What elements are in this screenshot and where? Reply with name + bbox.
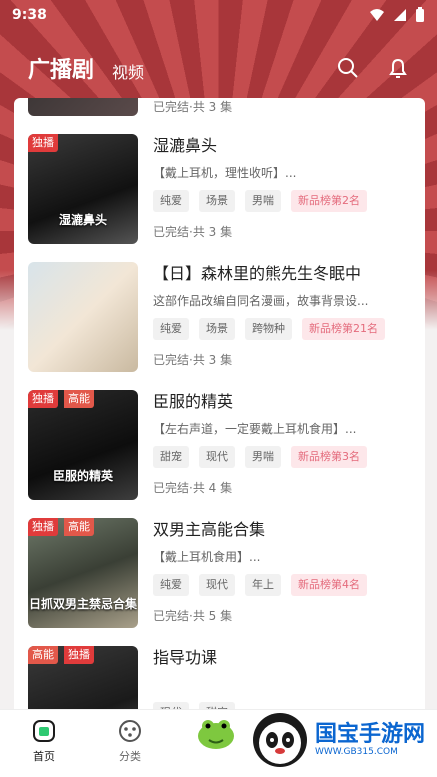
drama-desc <box>153 676 418 694</box>
badge-high-energy: 高能 <box>28 646 58 664</box>
tag[interactable]: 现代 <box>199 574 235 596</box>
badge-exclusive: 独播 <box>28 390 58 408</box>
status-bar: 9:38 <box>0 0 437 30</box>
cover-title: 臣服的精英 <box>52 469 113 483</box>
nav-category[interactable]: 分类 <box>100 718 160 764</box>
nav-category-label: 分类 <box>119 750 141 763</box>
rank-tag[interactable]: 新品榜第3名 <box>291 446 367 468</box>
drama-desc: 【戴上耳机食用】... <box>153 550 261 564</box>
episode-status: 已完结·共 3 集 <box>153 353 233 367</box>
drama-title[interactable]: 臣服的精英 <box>153 390 418 414</box>
list-item[interactable]: 已完结·共 3 集 <box>28 98 418 118</box>
drama-title[interactable]: 【日】森林里的熊先生冬眠中 <box>153 262 418 286</box>
tag[interactable]: 场景 <box>199 318 235 340</box>
badge-exclusive: 独播 <box>64 646 94 664</box>
rank-tag[interactable]: 新品榜第2名 <box>291 190 367 212</box>
tag[interactable]: 年上 <box>245 574 281 596</box>
tag[interactable]: 现代 <box>199 446 235 468</box>
tag[interactable]: 场景 <box>199 190 235 212</box>
bottom-nav: 首页 分类 国宝手游网 WWW.GB315.COM <box>0 709 437 777</box>
cover-title: 日抓双男主禁忌合集 <box>28 597 137 611</box>
cover-image[interactable] <box>28 262 138 372</box>
nav-frog[interactable] <box>186 716 246 754</box>
wifi-icon <box>370 9 384 21</box>
tag[interactable]: 男喘 <box>245 446 281 468</box>
drama-list: 已完结·共 3 集 独播 湿漉鼻头 湿漉鼻头 【戴上耳机，理性收听】... 纯爱… <box>14 98 425 738</box>
rank-tag[interactable]: 新品榜第4名 <box>291 574 367 596</box>
bell-icon[interactable] <box>387 57 409 79</box>
tag[interactable]: 纯爱 <box>153 318 189 340</box>
drama-title[interactable]: 双男主高能合集 <box>153 518 418 542</box>
cover-image[interactable]: 独播 湿漉鼻头 <box>28 134 138 244</box>
drama-desc: 【戴上耳机，理性收听】... <box>153 166 297 180</box>
drama-desc: 这部作品改编自同名漫画，故事背景设... <box>153 294 369 308</box>
drama-desc: 【左右声道，一定要戴上耳机食用】... <box>153 422 357 436</box>
drama-title[interactable]: 湿漉鼻头 <box>153 134 418 158</box>
cover-image[interactable]: 独播 高能 日抓双男主禁忌合集 <box>28 518 138 628</box>
badge-high-energy: 高能 <box>64 390 94 408</box>
badge-exclusive: 独播 <box>28 134 58 152</box>
cover-image[interactable]: 独播 高能 臣服的精英 <box>28 390 138 500</box>
episode-status: 已完结·共 3 集 <box>153 100 233 114</box>
clock: 9:38 <box>12 7 47 23</box>
tag[interactable]: 甜宠 <box>153 446 189 468</box>
nav-home-label: 首页 <box>33 750 55 763</box>
search-icon[interactable] <box>337 57 359 79</box>
list-item[interactable]: 独播 湿漉鼻头 湿漉鼻头 【戴上耳机，理性收听】... 纯爱 场景 男喘 新品榜… <box>28 134 418 246</box>
list-item[interactable]: 独播 高能 日抓双男主禁忌合集 双男主高能合集 【戴上耳机食用】... 纯爱 现… <box>28 518 418 630</box>
panda-logo-icon <box>253 713 307 767</box>
signal-icon <box>394 9 406 21</box>
nav-home[interactable]: 首页 <box>14 718 74 764</box>
watermark-text: 国宝手游网 <box>315 722 426 747</box>
tag[interactable]: 纯爱 <box>153 190 189 212</box>
tag[interactable]: 纯爱 <box>153 574 189 596</box>
rank-tag[interactable]: 新品榜第21名 <box>302 318 385 340</box>
tab-video[interactable]: 视频 <box>112 59 144 83</box>
badge-high-energy: 高能 <box>64 518 94 536</box>
tab-radio-drama[interactable]: 广播剧 <box>28 52 94 84</box>
cover-title: 湿漉鼻头 <box>58 213 107 227</box>
cover-image[interactable] <box>28 98 138 116</box>
frog-icon <box>198 720 234 749</box>
status-icons <box>369 7 425 23</box>
watermark-url: WWW.GB315.COM <box>315 747 398 757</box>
episode-status: 已完结·共 4 集 <box>153 481 233 495</box>
list-item[interactable]: 【日】森林里的熊先生冬眠中 这部作品改编自同名漫画，故事背景设... 纯爱 场景… <box>28 262 418 374</box>
battery-icon <box>416 7 424 22</box>
home-icon <box>33 720 55 742</box>
drama-title[interactable]: 指导功课 <box>153 646 418 670</box>
episode-status: 已完结·共 5 集 <box>153 609 233 623</box>
list-item[interactable]: 独播 高能 臣服的精英 臣服的精英 【左右声道，一定要戴上耳机食用】... 甜宠… <box>28 390 418 502</box>
tag[interactable]: 跨物种 <box>245 318 292 340</box>
watermark: 国宝手游网 WWW.GB315.COM <box>251 709 431 771</box>
top-header: 广播剧 视频 <box>0 48 437 88</box>
episode-status: 已完结·共 3 集 <box>153 225 233 239</box>
tag[interactable]: 男喘 <box>245 190 281 212</box>
badge-exclusive: 独播 <box>28 518 58 536</box>
category-icon <box>119 720 141 742</box>
